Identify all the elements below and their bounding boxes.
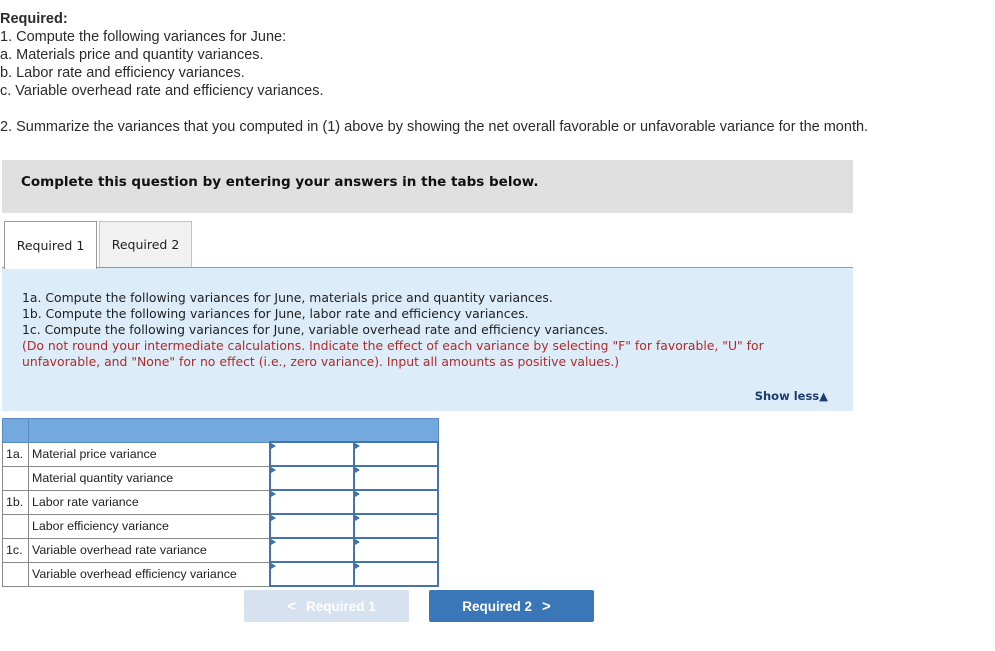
row-label [2, 465, 29, 491]
table-row: Variable overhead efficiency variance [2, 561, 439, 587]
instruction-note: (Do not round your intermediate calculat… [22, 338, 764, 369]
banner-text: Complete this question by entering your … [21, 174, 539, 190]
instruction-line: 1c. Compute the following variances for … [22, 322, 609, 337]
row-name: Variable overhead rate variance [28, 537, 271, 563]
amount-input[interactable] [271, 564, 353, 584]
input-flag-icon [271, 539, 276, 545]
input-flag-icon [271, 491, 276, 497]
row-name: Labor rate variance [28, 489, 271, 515]
input-flag-icon [355, 539, 360, 545]
required-section: Required: 1. Compute the following varia… [0, 10, 868, 136]
variance-table: 1a. Material price variance Material qua… [2, 418, 439, 587]
prev-button-label: Required 1 [305, 598, 376, 614]
row-label [2, 513, 29, 539]
required-line-2: 2. Summarize the variances that you comp… [0, 119, 869, 135]
input-flag-icon [271, 515, 276, 521]
next-required-2-button[interactable]: Required 2 > [429, 590, 594, 622]
input-flag-icon [355, 563, 360, 569]
instruction-line: 1b. Compute the following variances for … [22, 306, 529, 321]
row-name: Labor efficiency variance [28, 513, 271, 539]
header-cell [2, 418, 29, 443]
chevron-left-icon: < [287, 597, 296, 615]
input-flag-icon [355, 491, 360, 497]
input-flag-icon [355, 515, 360, 521]
table-row: Material quantity variance [2, 465, 439, 491]
effect-select[interactable] [355, 540, 437, 560]
input-flag-icon [355, 467, 360, 473]
instruction-banner: Complete this question by entering your … [2, 160, 853, 213]
input-flag-icon [271, 563, 276, 569]
required-line: 1. Compute the following variances for J… [0, 29, 287, 45]
input-flag-icon [355, 443, 360, 449]
table-row: 1b. Labor rate variance [2, 489, 439, 515]
triangle-up-icon: ▲ [819, 389, 828, 403]
input-flag-icon [271, 467, 276, 473]
next-button-label: Required 2 [462, 598, 532, 614]
row-label: 1a. [2, 441, 29, 467]
required-title: Required: [0, 11, 68, 27]
row-name: Variable overhead efficiency variance [28, 561, 271, 587]
show-less-label: Show less [754, 389, 820, 403]
row-name: Material quantity variance [28, 465, 271, 491]
row-label: 1c. [2, 537, 29, 563]
effect-select[interactable] [355, 564, 437, 584]
tab-required-2[interactable]: Required 2 [99, 221, 192, 267]
effect-select[interactable] [355, 468, 437, 488]
required-line: c. Variable overhead rate and efficiency… [0, 83, 324, 99]
amount-input[interactable] [271, 444, 353, 464]
prev-required-1-button[interactable]: < Required 1 [244, 590, 409, 622]
row-label [2, 561, 29, 587]
table-row: Labor efficiency variance [2, 513, 439, 539]
row-label: 1b. [2, 489, 29, 515]
effect-select[interactable] [355, 444, 437, 464]
required-line: a. Materials price and quantity variance… [0, 47, 264, 63]
amount-input[interactable] [271, 540, 353, 560]
instructions-panel: 1a. Compute the following variances for … [2, 268, 853, 411]
show-less-link[interactable]: Show less▲ [755, 389, 828, 403]
table-row: 1a. Material price variance [2, 441, 439, 467]
amount-input[interactable] [271, 468, 353, 488]
row-name: Material price variance [28, 441, 271, 467]
amount-input[interactable] [271, 492, 353, 512]
effect-select[interactable] [355, 516, 437, 536]
instructions-text: 1a. Compute the following variances for … [22, 290, 842, 370]
input-flag-icon [271, 443, 276, 449]
table-row: 1c. Variable overhead rate variance [2, 537, 439, 563]
chevron-right-icon: > [542, 597, 551, 615]
instruction-line: 1a. Compute the following variances for … [22, 290, 553, 305]
table-header-row [2, 418, 439, 443]
amount-input[interactable] [271, 516, 353, 536]
effect-select[interactable] [355, 492, 437, 512]
header-cell [28, 418, 439, 443]
required-line: b. Labor rate and efficiency variances. [0, 65, 245, 81]
tab-required-1[interactable]: Required 1 [4, 221, 97, 269]
